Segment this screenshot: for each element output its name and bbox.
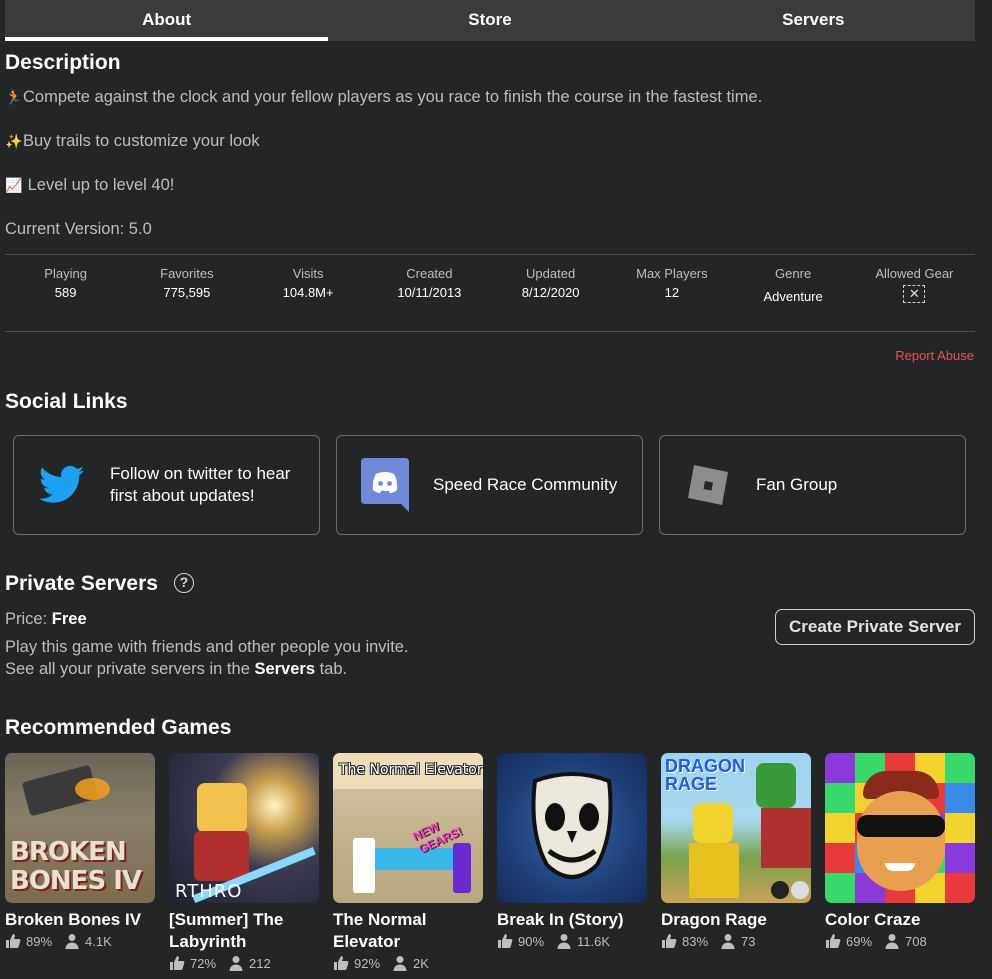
game-card-normal-elevator[interactable]: The Normal Elevator NEW GEARS! The Norma… [333,753,483,971]
stat-playing: Playing 589 [44,266,87,300]
player-icon [393,956,407,971]
create-private-server-button[interactable]: Create Private Server [775,609,975,645]
game-card-dragon-rage[interactable]: DRAGON RAGE Dragon Rage 83% 73 [661,753,811,949]
game-stats: 89% 4.1K [5,933,155,949]
stat-max-players: Max Players 12 [636,266,708,300]
social-link-label: Follow on twitter to hear first about up… [110,464,291,505]
stat-allowed-gear: Allowed Gear ✕ [875,266,954,303]
player-icon [65,934,79,949]
game-card-color-craze[interactable]: Color Craze 69% 708 [825,753,975,949]
social-links-heading: Social Links [5,390,128,413]
chart-icon: 📈 [5,177,23,193]
twitter-icon [14,465,110,505]
game-stats: Playing 589 Favorites 775,595 Visits 104… [5,266,975,304]
private-server-price: Price: Free [5,610,87,628]
thumbs-up-icon [826,934,841,948]
game-stats: 92% 2K [333,955,483,971]
game-thumbnail: RTHRO [169,753,319,903]
divider [5,331,975,332]
social-link-label: Fan Group [756,475,838,494]
game-title: The Normal Elevator [333,910,427,951]
stat-created: Created 10/11/2013 [397,266,462,300]
game-stats: 83% 73 [661,933,811,949]
game-thumbnail [497,753,647,903]
thumbs-up-icon [334,956,349,970]
genre-link[interactable]: Adventure [733,289,854,304]
thumbs-up-icon [6,934,21,948]
game-thumbnail [825,753,975,903]
tab-about[interactable]: About [5,0,329,41]
stat-genre: Genre Adventure [733,266,854,304]
game-card-broken-bones[interactable]: BROKEN BONES IV Broken Bones IV 89% 4.1K [5,753,155,949]
game-thumbnail: BROKEN BONES IV [5,753,155,903]
game-card-break-in[interactable]: Break In (Story) 90% 11.6K [497,753,647,949]
game-title: Break In (Story) [497,910,624,929]
game-stats: 69% 708 [825,933,975,949]
sparkles-icon: ✨ [5,133,23,149]
social-link-fan-group[interactable]: Fan Group [659,435,966,535]
player-icon [721,934,735,949]
player-icon [557,934,571,949]
social-link-label: Speed Race Community [433,475,618,494]
game-title: [Summer] The Labyrinth [169,910,284,951]
recommended-games-heading: Recommended Games [5,716,232,739]
game-title: Color Craze [825,910,921,929]
player-icon [885,934,899,949]
stat-visits: Visits 104.8M+ [282,266,334,300]
tab-bar: About Store Servers [5,0,975,41]
private-servers-heading: Private Servers [5,572,158,595]
divider [5,254,975,255]
roblox-group-icon [660,461,756,509]
help-icon[interactable]: ? [174,573,194,593]
stat-favorites: Favorites 775,595 [160,266,214,300]
player-icon [229,956,243,971]
description-line: 🏃Compete against the clock and your fell… [5,88,763,106]
current-version: Current Version: 5.0 [5,220,152,238]
report-abuse-link[interactable]: Report Abuse [895,348,974,363]
game-thumbnail: The Normal Elevator NEW GEARS! [333,753,483,903]
game-title: Broken Bones IV [5,910,142,929]
thumbs-up-icon [498,934,513,948]
tab-servers[interactable]: Servers [652,0,975,41]
discord-icon [337,458,433,512]
game-title: Dragon Rage [661,910,767,929]
description-line: 📈 Level up to level 40! [5,176,175,194]
game-stats: 90% 11.6K [497,933,647,949]
thumbs-up-icon [170,956,185,970]
thumbs-up-icon [662,934,677,948]
social-link-discord[interactable]: Speed Race Community [336,435,643,535]
description-line: ✨Buy trails to customize your look [5,132,260,150]
social-link-twitter[interactable]: Follow on twitter to hear first about up… [13,435,320,535]
no-gear-icon: ✕ [903,285,926,303]
private-server-info: Play this game with friends and other pe… [5,638,409,656]
description-heading: Description [5,51,121,74]
stat-updated: Updated 8/12/2020 [521,266,580,300]
game-card-labyrinth[interactable]: RTHRO [Summer] The Labyrinth 72% 212 [169,753,319,971]
game-thumbnail: DRAGON RAGE [661,753,811,903]
runner-icon: 🏃 [5,89,23,105]
private-server-info: See all your private servers in the Serv… [5,660,348,678]
game-stats: 72% 212 [169,955,319,971]
tab-store[interactable]: Store [328,0,651,41]
